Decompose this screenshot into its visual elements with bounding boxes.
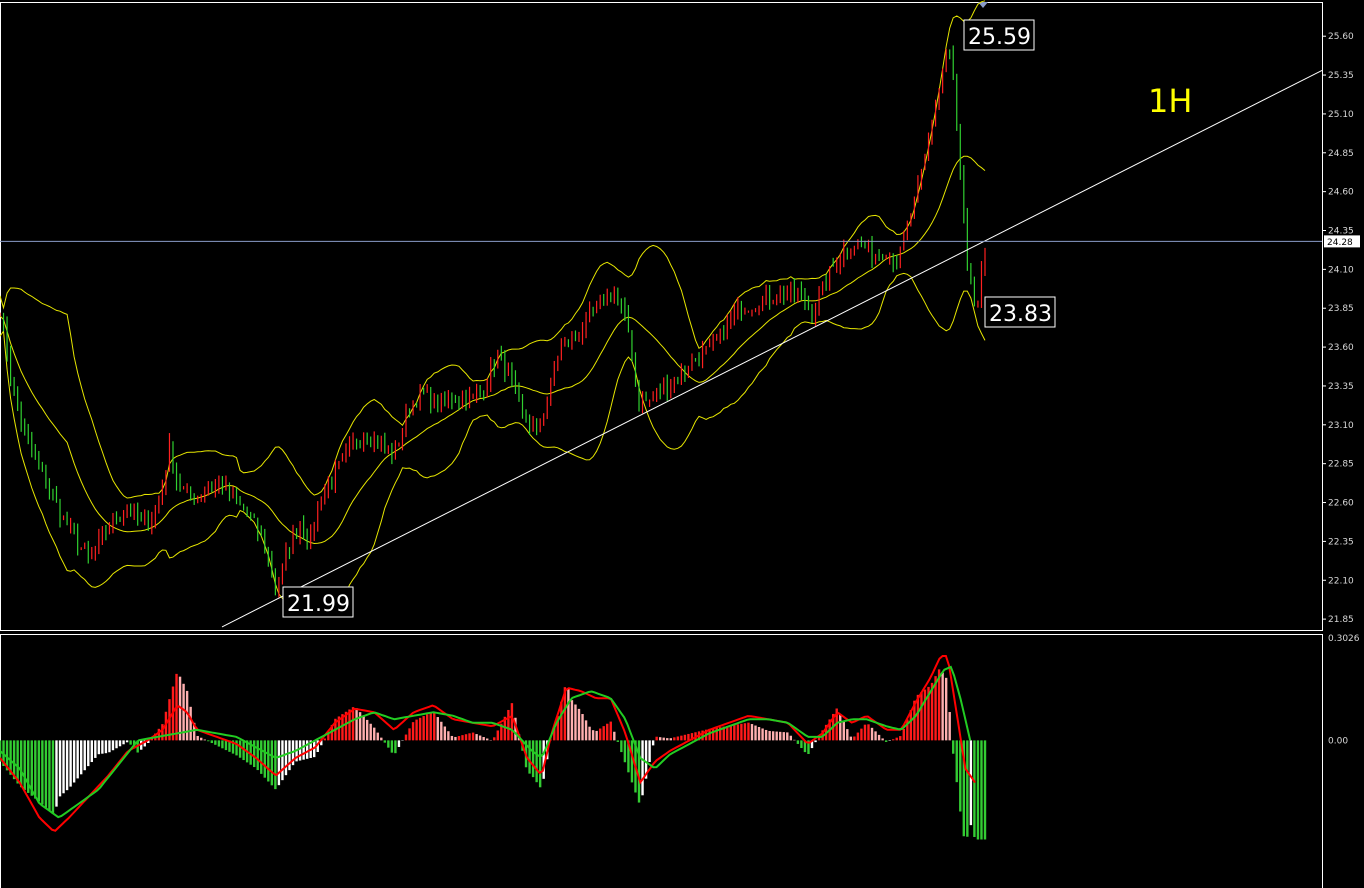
price-tick-label: 21.85 <box>1328 615 1354 625</box>
price-tick-label: 22.60 <box>1328 499 1354 509</box>
chart-root: 24.28 25.60 25.35 25.10 24.85 24.60 24.35 24.1… <box>0 0 1364 888</box>
timeframe-label: 1H <box>1148 82 1192 120</box>
price-tick-label: 25.60 <box>1328 32 1354 42</box>
current-price-tag-text: 24.28 <box>1327 238 1353 248</box>
last-label-text: 23.83 <box>989 302 1052 327</box>
price-tick-label: 23.60 <box>1328 343 1354 353</box>
price-tick-label: 24.60 <box>1328 188 1354 198</box>
background <box>0 0 1364 888</box>
price-tick-label: 22.35 <box>1328 537 1354 547</box>
indicator-top-label: 0.3026 <box>1328 634 1360 644</box>
price-tick-label: 25.10 <box>1328 110 1354 120</box>
price-tick-label: 24.85 <box>1328 149 1354 159</box>
price-tick-label: 25.35 <box>1328 71 1354 81</box>
price-tick-label: 23.35 <box>1328 382 1354 392</box>
price-tick-label: 24.35 <box>1328 227 1354 237</box>
chart-svg: 24.28 25.60 25.35 25.10 24.85 24.60 24.35 24.1… <box>0 0 1364 888</box>
last-label: 23.83 <box>984 296 1056 328</box>
price-tick-label: 24.10 <box>1328 265 1354 275</box>
indicator-zero-label: 0.00 <box>1328 736 1348 746</box>
price-tick-label: 23.10 <box>1328 421 1354 431</box>
low-label: 21.99 <box>282 586 354 618</box>
price-tick-label: 22.85 <box>1328 460 1354 470</box>
high-label: 25.59 <box>963 19 1035 51</box>
low-label-text: 21.99 <box>287 592 350 617</box>
price-tick-label: 23.85 <box>1328 304 1354 314</box>
price-tick-label: 22.10 <box>1328 576 1354 586</box>
high-label-text: 25.59 <box>968 25 1031 50</box>
